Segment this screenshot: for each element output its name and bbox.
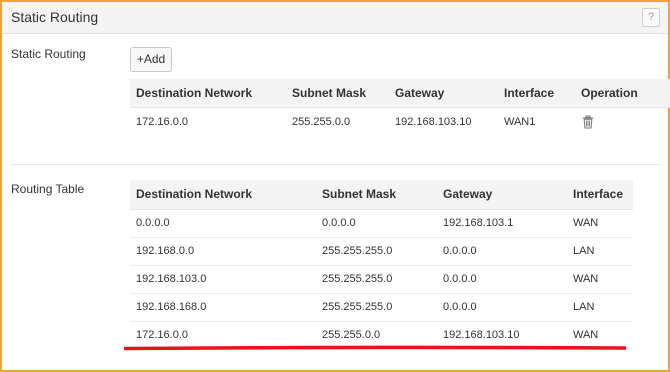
panel-header: Static Routing ? bbox=[2, 2, 668, 34]
destination-cell: 0.0.0.0 bbox=[130, 209, 316, 238]
gateway-cell: 192.168.103.1 bbox=[437, 209, 567, 238]
add-route-button[interactable]: +Add bbox=[130, 47, 172, 72]
mask-cell: 255.255.255.0 bbox=[316, 265, 437, 294]
routing-table: Destination Network Subnet Mask Gateway … bbox=[130, 180, 633, 350]
section-divider bbox=[11, 164, 660, 165]
table-row: 172.16.0.0 255.255.0.0 192.168.103.10 WA… bbox=[130, 107, 670, 137]
column-header: Gateway bbox=[389, 79, 498, 108]
interface-cell: LAN bbox=[567, 237, 633, 266]
column-header: Destination Network bbox=[130, 79, 286, 108]
interface-cell: WAN bbox=[567, 265, 633, 294]
interface-cell: WAN bbox=[567, 209, 633, 238]
static-routing-panel: Static Routing ? Static Routing +Add Des… bbox=[0, 0, 670, 372]
gateway-cell: 0.0.0.0 bbox=[437, 265, 567, 294]
column-header: Operation bbox=[575, 79, 670, 108]
destination-cell: 172.16.0.0 bbox=[136, 116, 188, 129]
routing-table-label: Routing Table bbox=[11, 182, 85, 196]
mask-cell: 255.255.0.0 bbox=[292, 116, 351, 129]
column-header: Subnet Mask bbox=[286, 79, 389, 108]
interface-cell: WAN1 bbox=[504, 116, 536, 129]
column-header: Subnet Mask bbox=[316, 180, 437, 210]
table-row: 192.168.168.0 255.255.255.0 0.0.0.0 LAN bbox=[130, 293, 633, 322]
column-header: Gateway bbox=[437, 180, 567, 210]
table-header-row: Destination Network Subnet Mask Gateway … bbox=[130, 180, 633, 210]
table-row: 192.168.103.0 255.255.255.0 0.0.0.0 WAN bbox=[130, 265, 633, 294]
mask-cell: 255.255.255.0 bbox=[316, 293, 437, 322]
table-row: 192.168.0.0 255.255.255.0 0.0.0.0 LAN bbox=[130, 237, 633, 266]
destination-cell: 192.168.103.0 bbox=[130, 265, 316, 294]
mask-cell: 0.0.0.0 bbox=[316, 209, 437, 238]
gateway-cell: 192.168.103.10 bbox=[395, 116, 472, 129]
destination-cell: 192.168.0.0 bbox=[130, 237, 316, 266]
mask-cell: 255.255.255.0 bbox=[316, 237, 437, 266]
operation-cell bbox=[575, 107, 670, 137]
column-header: Interface bbox=[567, 180, 633, 210]
interface-cell: LAN bbox=[567, 293, 633, 322]
panel-title: Static Routing bbox=[11, 9, 99, 25]
gateway-cell: 0.0.0.0 bbox=[437, 237, 567, 266]
static-routes-table: Destination Network Subnet Mask Gateway … bbox=[130, 79, 670, 137]
table-header-row: Destination Network Subnet Mask Gateway … bbox=[130, 79, 670, 108]
gateway-cell: 0.0.0.0 bbox=[437, 293, 567, 322]
column-header: Destination Network bbox=[130, 180, 316, 210]
static-routing-label: Static Routing bbox=[11, 47, 86, 61]
trash-icon[interactable] bbox=[581, 115, 595, 129]
column-header: Interface bbox=[498, 79, 575, 108]
destination-cell: 192.168.168.0 bbox=[130, 293, 316, 322]
highlight-underline bbox=[124, 345, 626, 351]
help-button[interactable]: ? bbox=[642, 8, 660, 27]
table-row: 0.0.0.0 0.0.0.0 192.168.103.1 WAN bbox=[130, 209, 633, 238]
